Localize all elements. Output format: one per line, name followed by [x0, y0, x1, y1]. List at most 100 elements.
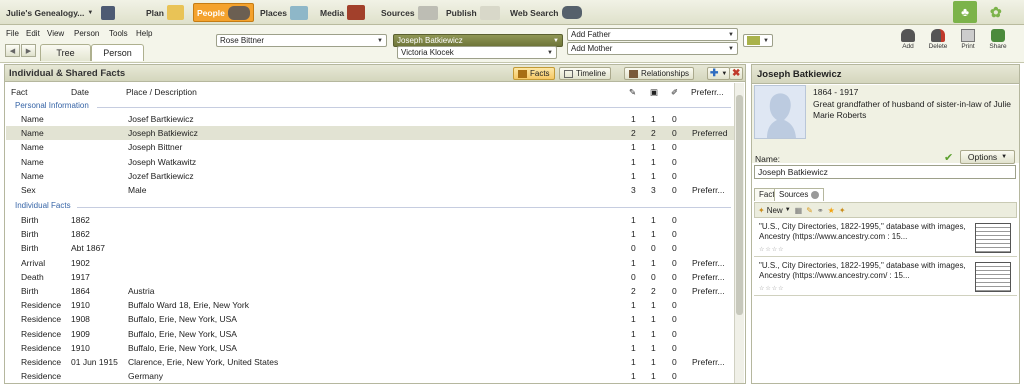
fact-row[interactable]: Name Joseph Watkawitz 1 1 0	[6, 155, 734, 169]
fact-row[interactable]: Birth 1862 1 1 0	[6, 227, 734, 241]
source-citation-item[interactable]: "U.S., City Directories, 1822-1995," dat…	[754, 219, 1017, 257]
link-icon[interactable]: ⚭	[817, 206, 824, 215]
timeline-view-button[interactable]: Timeline	[559, 67, 611, 80]
menu-tools[interactable]: Tools	[109, 29, 128, 38]
tab-sources[interactable]: Sources	[774, 188, 824, 201]
plan-icon	[166, 5, 184, 20]
help-icon	[810, 190, 819, 199]
nav-sources[interactable]: Sources	[381, 3, 438, 22]
fact-row[interactable]: Death 1917 0 0 0 Preferr...	[6, 270, 734, 284]
nav-people[interactable]: People	[193, 3, 254, 22]
star-icon[interactable]: ★	[828, 206, 835, 215]
delete-fact-button[interactable]: ✖	[729, 67, 744, 80]
spouse-selector-below[interactable]: Victoria Klocek ▼	[397, 46, 557, 59]
copy-icon[interactable]: ✦	[839, 206, 846, 215]
fact-row[interactable]: Birth 1862 1 1 0	[6, 213, 734, 227]
fact-row[interactable]: Arrival 1902 1 1 0 Preferr...	[6, 256, 734, 270]
nav-media[interactable]: Media	[320, 3, 366, 22]
citation-column-icon[interactable]: ✎	[629, 87, 636, 98]
fact-row[interactable]: Name Joseph Batkiewicz 2 2 0 Preferred	[6, 126, 734, 141]
fact-row[interactable]: Name Joseph Bittner 1 1 0	[6, 140, 734, 154]
fact-row[interactable]: Residence 1908 Buffalo, Erie, New York, US…	[6, 312, 734, 326]
nav-web-search[interactable]: Web Search	[510, 3, 582, 22]
column-place[interactable]: Place / Description	[126, 87, 197, 97]
back-button[interactable]: ◀	[5, 44, 20, 57]
facts-panel-header: Individual & Shared Facts Facts Timeline…	[5, 65, 745, 82]
fact-row[interactable]: Residence Germany 1 1 0	[6, 369, 734, 383]
nav-places[interactable]: Places	[260, 3, 308, 22]
menu-file[interactable]: File	[6, 29, 19, 38]
tab-tree[interactable]: Tree	[40, 44, 91, 61]
media-count: 1	[651, 314, 656, 325]
tree-selector[interactable]: Julie's Genealogy... ▼	[6, 3, 93, 22]
citation-count: 1	[631, 314, 636, 325]
media-count: 1	[651, 114, 656, 124]
scrollbar-thumb[interactable]	[736, 95, 743, 315]
source-citation-text: "U.S., City Directories, 1822-1995," dat…	[759, 222, 966, 241]
source-citation-text: "U.S., City Directories, 1822-1995," dat…	[759, 261, 966, 280]
media-count: 1	[651, 328, 656, 339]
sprout-icon[interactable]: ✿	[990, 3, 1002, 22]
tree-sync-icon[interactable]: ♣	[953, 1, 977, 23]
fact-row[interactable]: Name Josef Bartkiewicz 1 1 0	[6, 112, 734, 126]
rating-stars-icon[interactable]: ☆☆☆☆	[759, 246, 785, 253]
nav-publish[interactable]: Publish	[446, 3, 500, 22]
note-count: 0	[672, 229, 677, 240]
nav-plan[interactable]: Plan	[146, 3, 184, 22]
fact-date: 01 Jun 1915	[71, 357, 118, 367]
preferred-marker: Preferr...	[692, 185, 725, 195]
menu-person[interactable]: Person	[74, 29, 99, 38]
fact-row[interactable]: Residence 01 Jun 1915 Clarence, Erie, New …	[6, 355, 734, 369]
home-icon[interactable]	[101, 3, 115, 22]
facts-view-button[interactable]: Facts	[513, 67, 555, 80]
rating-stars-icon[interactable]: ☆☆☆☆	[759, 285, 785, 292]
name-field[interactable]: Joseph Batkiewicz	[754, 165, 1016, 179]
source-thumbnail[interactable]	[975, 262, 1011, 292]
print-button[interactable]: Print	[954, 29, 982, 50]
media-count: 1	[651, 229, 656, 240]
group-divider	[77, 207, 731, 208]
facts-scrollbar[interactable]	[734, 83, 744, 383]
media-column-icon[interactable]: ▣	[650, 87, 658, 98]
add-fact-button[interactable]: ✚ ▼	[707, 67, 731, 80]
source-thumbnail[interactable]	[975, 223, 1011, 253]
new-source-button[interactable]: ✦ New ▼	[758, 206, 791, 215]
fact-row[interactable]: Residence 1910 Buffalo, Erie, New York, US…	[6, 341, 734, 355]
forward-button[interactable]: ▶	[21, 44, 36, 57]
fact-row[interactable]: Sex Male 3 3 0 Preferr...	[6, 183, 734, 197]
fact-row[interactable]: Name Jozef Bartkiewicz 1 1 0	[6, 169, 734, 183]
notes-column-icon[interactable]: ✐	[671, 87, 678, 98]
fact-row[interactable]: Birth 1864 Austria 2 2 0 Preferr...	[6, 284, 734, 298]
source-citation-item[interactable]: "U.S., City Directories, 1822-1995," dat…	[754, 258, 1017, 296]
add-mother-selector[interactable]: Add Mother ▼	[567, 42, 738, 55]
add-person-icon	[901, 29, 915, 42]
column-fact[interactable]: Fact	[11, 87, 28, 97]
edit-icon[interactable]: ✎	[806, 206, 813, 215]
map-icon	[289, 5, 308, 20]
delete-button[interactable]: Delete	[924, 29, 952, 50]
menu-edit[interactable]: Edit	[26, 29, 40, 38]
fact-row[interactable]: Residence 1910 Buffalo Ward 18, Erie, New …	[6, 298, 734, 312]
fact-place: Austria	[128, 286, 155, 296]
group-divider	[97, 107, 731, 108]
family-view-menu[interactable]: ▼	[743, 34, 773, 47]
tab-person[interactable]: Person	[91, 44, 144, 61]
options-button[interactable]: Options ▼	[960, 150, 1015, 164]
fact-row[interactable]: Residence 1909 Buffalo, Erie, New York, US…	[6, 327, 734, 341]
person-photo-placeholder[interactable]	[754, 85, 806, 139]
note-count: 0	[672, 128, 677, 139]
citation-count: 1	[631, 342, 636, 353]
menu-help[interactable]: Help	[136, 29, 152, 38]
column-date[interactable]: Date	[71, 87, 89, 97]
media-count: 1	[651, 257, 656, 268]
column-preferred[interactable]: Preferr...	[691, 87, 724, 97]
fact-row[interactable]: Birth Abt 1867 0 0 0	[6, 241, 734, 255]
relationships-view-button[interactable]: Relationships	[624, 67, 695, 80]
spouse-selector-left[interactable]: Rose Bittner ▼	[216, 34, 387, 47]
add-button[interactable]: Add	[894, 29, 922, 50]
share-button[interactable]: Share	[984, 29, 1012, 50]
menu-view[interactable]: View	[47, 29, 64, 38]
attach-icon[interactable]: ▦	[795, 206, 803, 215]
add-father-selector[interactable]: Add Father ▼	[567, 28, 738, 41]
fact-place: Joseph Batkiewicz	[128, 128, 198, 139]
